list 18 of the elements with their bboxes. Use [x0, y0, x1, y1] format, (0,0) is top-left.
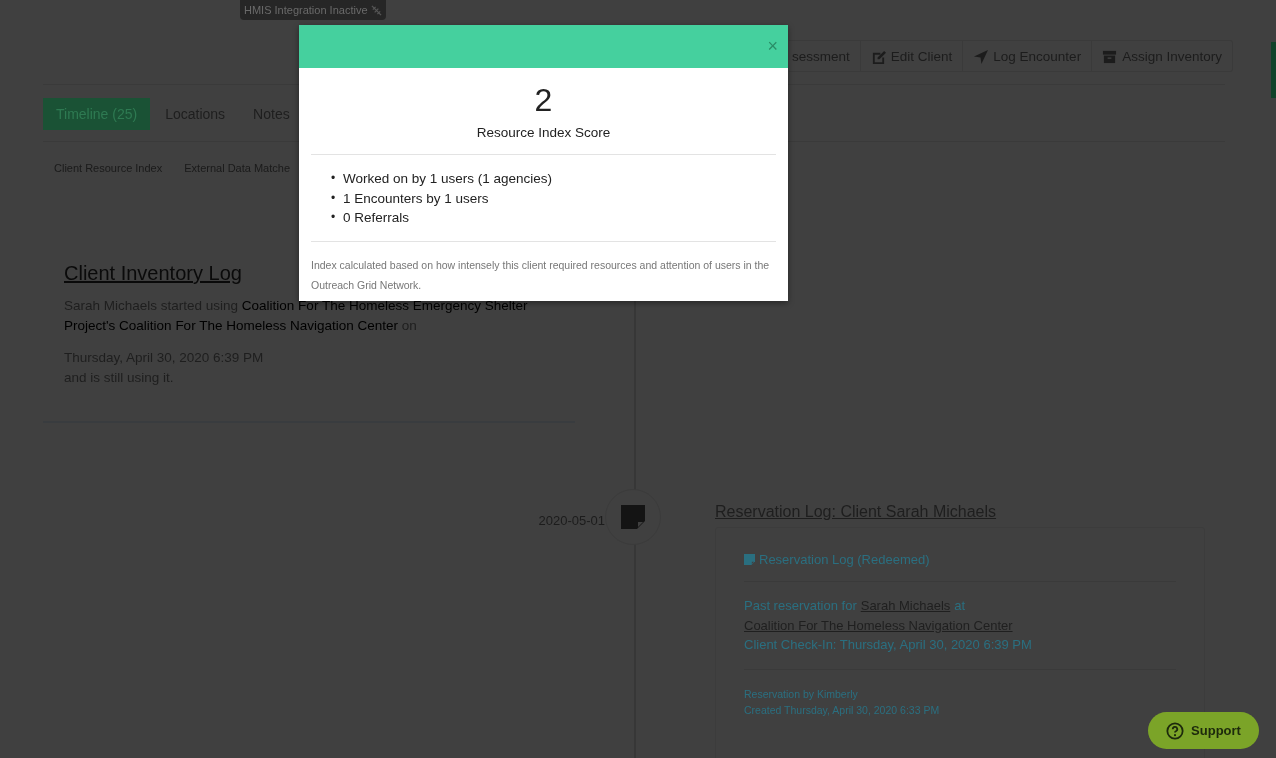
fact-item: 1 Encounters by 1 users	[343, 189, 489, 208]
bullet: •	[331, 189, 337, 207]
score-value: 2	[533, 81, 554, 120]
fact-item: 0 Referrals	[343, 209, 410, 228]
reservation-by: Reservation by Kimberly	[744, 686, 859, 702]
badge-text: HMIS Integration Inactive	[244, 4, 368, 16]
check-in-text: Client Check-In: Thursday, April 30, 2020 6:39 PM	[744, 636, 1033, 654]
created-date: Created Thursday, April 30, 2020 6:33 PM	[744, 702, 941, 718]
bullet: •	[331, 170, 337, 187]
reservation-text: at	[954, 597, 966, 615]
reservation-heading: Reservation Log (Redeemed)	[759, 552, 930, 567]
support-button[interactable]: Support	[1148, 712, 1259, 749]
index-note: Index calculated based on how intensely this client required resources and attention of users in the Outreach Grid Network.	[311, 258, 771, 294]
score-label: Resource Index Score	[311, 120, 776, 155]
close-button[interactable]: ×	[767, 36, 778, 56]
bullet: •	[331, 209, 337, 227]
reservation-text: Past reservation for	[744, 597, 857, 615]
fact-item: Worked on by 1 users (1 agencies)	[343, 170, 553, 188]
